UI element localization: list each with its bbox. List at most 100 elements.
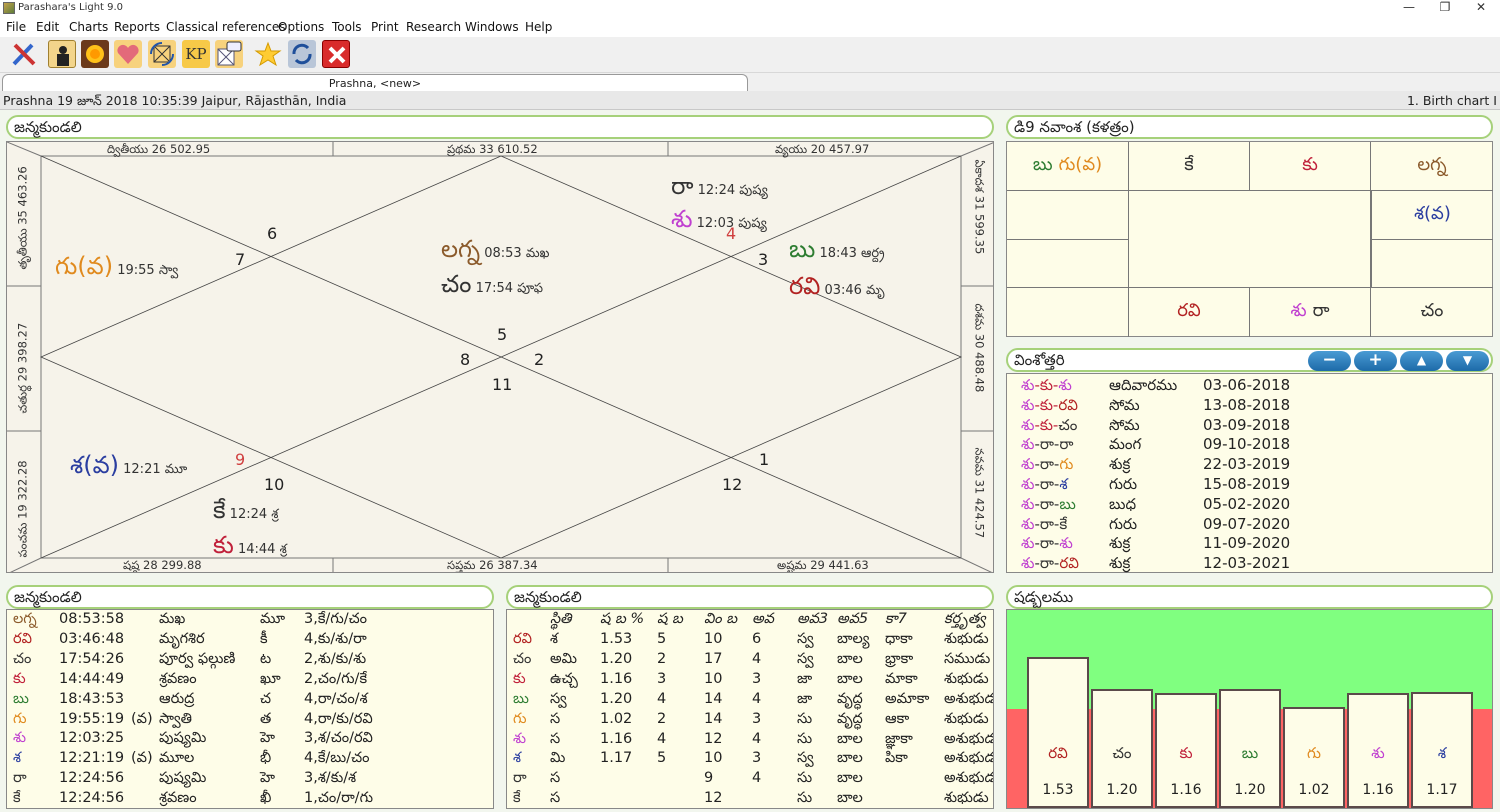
navamsa-cell[interactable]: బు గు(వ)	[1007, 142, 1129, 191]
chart-note-icon[interactable]	[215, 40, 243, 68]
navamsa-cell[interactable]: శు రా	[1250, 288, 1371, 337]
table-row[interactable]: గు స 1.02 2 14 3 సు వృద్ధ ఆకా శుభుడు	[507, 711, 993, 731]
table-row[interactable]: కే స 12 సు బాల శుభుడు	[507, 790, 993, 808]
menu-file[interactable]: File	[6, 20, 26, 34]
table-row[interactable]: శు స 1.16 4 12 4 సు బాల జ్ఞాకా అశుభుడు	[507, 731, 993, 751]
dasha-row[interactable]: శు-రా-గు శుక్ర 22-03-2019	[1007, 455, 1492, 475]
dasha-row[interactable]: శు-కు-రవి సోమ 13-08-2018	[1007, 396, 1492, 416]
cell-nak: మూల	[159, 750, 195, 767]
table-row[interactable]: చం 17:54:26 పూర్వ ఫల్గుణి ట 2,శు/కు/శు	[7, 651, 493, 671]
navamsa-cell[interactable]	[1007, 288, 1129, 337]
menu-help[interactable]: Help	[525, 20, 552, 34]
table-row[interactable]: లగ్న 08:53:58 మఖ మూ 3,కే/గు/చం	[7, 611, 493, 631]
planet-guru[interactable]: గు(వ) 19:55 స్వా	[55, 252, 178, 286]
collapse-button[interactable]: −	[1308, 351, 1351, 371]
table-cell: అశుభుడు	[944, 730, 993, 747]
menu-print[interactable]: Print	[371, 20, 399, 34]
table-row[interactable]: రవి 03:46:48 మృగశిర కీ 4,కు/శు/రా	[7, 631, 493, 651]
cell-planet: బు	[13, 690, 29, 707]
cell-planet: గు	[13, 710, 27, 727]
scroll-up-button[interactable]: ▲	[1400, 351, 1443, 371]
table-cell: 3	[657, 670, 667, 687]
table-row[interactable]: బు 18:43:53 ఆరుద్ర చ 4,రా/చం/శ	[7, 691, 493, 711]
menu-options[interactable]: Options	[278, 20, 324, 34]
table-row[interactable]: రవి శ 1.53 5 10 6 స్వ బాల్య ధాకా శుభుడు	[507, 631, 993, 651]
navamsa-cell[interactable]: చం	[1371, 288, 1493, 337]
cell-deg: 12:24:56	[59, 790, 125, 807]
table-cell: గు	[513, 710, 527, 727]
dasha-row[interactable]: శు-రా-రవి శుక్ర 12-03-2021	[1007, 554, 1492, 574]
house-number: 3	[758, 250, 769, 269]
navamsa-chart[interactable]: బు గు(వ) కే కు లగ్న శ(వ) రవి శు రా చం	[1006, 141, 1493, 337]
menu-research[interactable]: Research	[406, 20, 461, 34]
table-row[interactable]: రా స 9 4 సు బాల అశుభుడు	[507, 770, 993, 790]
minimize-button[interactable]: —	[1392, 0, 1426, 16]
table-row[interactable]: శ 12:21:19 (వ) మూల భీ 4,కే/బు/చం	[7, 750, 493, 770]
cell-deg: 19:55:19	[59, 710, 125, 727]
table-row[interactable]: శ మి 1.17 5 10 3 స్వ బాల పికా అశుభుడు	[507, 750, 993, 770]
table-row[interactable]: గు 19:55:19 (వ) స్వాతి త 4,రా/కు/రవి	[7, 711, 493, 731]
menu-charts[interactable]: Charts	[69, 20, 108, 34]
chart-rotate-icon[interactable]	[148, 40, 176, 68]
menu-tools[interactable]: Tools	[332, 20, 362, 34]
table-row[interactable]: రా 12:24:56 పుష్యమి హె 3,శ/కు/శ	[7, 770, 493, 790]
dasha-date: 11-09-2020	[1203, 534, 1291, 553]
planet-shukra[interactable]: శు 12:03 పుష్య	[671, 205, 767, 239]
navamsa-cell[interactable]: శ(వ)	[1371, 191, 1493, 240]
dasha-row[interactable]: శు-రా-బు బుధ 05-02-2020	[1007, 495, 1492, 515]
close-window-button[interactable]: ✕	[1464, 0, 1498, 16]
house-number: 11	[492, 375, 513, 394]
star-icon[interactable]	[254, 40, 282, 68]
dasha-row[interactable]: శు-రా-రా మంగ 09-10-2018	[1007, 435, 1492, 455]
navamsa-cell[interactable]	[1007, 240, 1129, 288]
planet-budha[interactable]: బు 18:43 ఆర్ద్ర	[789, 235, 885, 269]
menu-classical-references[interactable]: Classical references	[166, 20, 286, 34]
table-row[interactable]: కు 14:44:49 శ్రవణం ఖూ 2,చం/గు/కే	[7, 671, 493, 691]
navamsa-cell[interactable]: కు	[1250, 142, 1371, 191]
table-row[interactable]: చం అమి 1.20 2 17 4 స్వ బాల భ్రాకా సముడు	[507, 651, 993, 671]
table-row[interactable]: కే 12:24:56 శ్రవణం ఖీ 1,చం/రా/గు	[7, 790, 493, 808]
dasha-row[interactable]: శు-రా-శు శుక్ర 11-09-2020	[1007, 534, 1492, 554]
planet-ravi[interactable]: రవి 03:46 మృ	[789, 272, 884, 306]
table-row[interactable]: కు ఉచ్చ 1.16 3 10 3 జా బాల మాకా శుభుడు	[507, 671, 993, 691]
scroll-down-button[interactable]: ▼	[1446, 351, 1489, 371]
dasha-row[interactable]: శు-రా-కే గురు 09-07-2020	[1007, 515, 1492, 535]
table-cell: 1.20	[600, 690, 633, 707]
dasha-weekday: సోమ	[1109, 415, 1140, 434]
navamsa-cell[interactable]	[1007, 191, 1129, 240]
table-cell: స	[550, 770, 561, 787]
dasha-row[interactable]: శు-కు-శు ఆదివారము 03-06-2018	[1007, 376, 1492, 396]
planet-shani[interactable]: శ(వ) 12:21 మూ	[70, 451, 187, 485]
expand-button[interactable]: +	[1354, 351, 1397, 371]
planet-kuja[interactable]: కు 14:44 శ్ర	[213, 531, 287, 565]
navamsa-cell[interactable]: రవి	[1129, 288, 1250, 337]
planet-chandra[interactable]: చం 17:54 పూఫ	[441, 270, 543, 304]
refresh-1-2-icon[interactable]	[288, 40, 316, 68]
dasha-list[interactable]: శు-కు-శు ఆదివారము 03-06-2018 శు-కు-రవి సోమ 13…	[1006, 373, 1493, 573]
menu-reports[interactable]: Reports	[114, 20, 160, 34]
planet-ketu[interactable]: కే 12:24 శ్ర	[213, 496, 278, 530]
planet-lagna[interactable]: లగ్న 08:53 మఖ	[441, 235, 549, 269]
dasha-row[interactable]: శు-రా-శ గురు 15-08-2019	[1007, 475, 1492, 495]
north-indian-chart[interactable]: ద్వితీయు 26 502.95 ప్రథమ 33 610.52 వ్యయు…	[6, 141, 994, 573]
restore-button[interactable]: ❐	[1428, 0, 1462, 16]
table-cell: బాల	[837, 770, 863, 787]
table-row[interactable]: శు 12:03:25 పుష్యమి హె 3,శ/చం/రవి	[7, 730, 493, 750]
hearts-icon[interactable]	[114, 40, 142, 68]
tools-icon[interactable]	[10, 40, 38, 68]
sun-icon[interactable]	[81, 40, 109, 68]
menu-windows[interactable]: Windows	[465, 20, 519, 34]
cell-nak: పూర్వ ఫల్గుణి	[159, 650, 236, 667]
planet-rahu[interactable]: రా 12:24 పుష్య	[671, 172, 768, 206]
dasha-weekday: సోమ	[1109, 395, 1140, 414]
navamsa-cell[interactable]	[1371, 240, 1493, 288]
navamsa-cell[interactable]: కే	[1129, 142, 1250, 191]
navamsa-cell[interactable]: లగ్న	[1371, 142, 1493, 191]
close-red-icon[interactable]	[322, 40, 350, 68]
person-chart-icon[interactable]	[48, 40, 76, 68]
menu-edit[interactable]: Edit	[36, 20, 59, 34]
navamsa-header: డి9 నవాంశ (కళత్రం)	[1006, 115, 1493, 139]
table-row[interactable]: బు స్వ 1.20 4 14 4 జా వృద్ధ అమాకా అశుభుడు	[507, 691, 993, 711]
dasha-row[interactable]: శు-కు-చం సోమ 03-09-2018	[1007, 416, 1492, 436]
kp-icon[interactable]: KP	[182, 40, 210, 68]
